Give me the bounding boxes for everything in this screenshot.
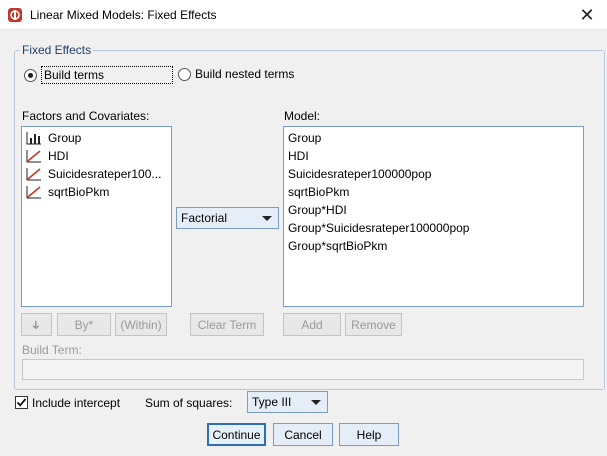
- arrow-down-icon: ➜: [29, 319, 44, 330]
- model-listbox[interactable]: Group HDI Suicidesrateper100000pop sqrtBioP…: [283, 126, 584, 307]
- list-item[interactable]: Group: [22, 129, 171, 147]
- build-nested-terms-radio[interactable]: Build nested terms: [178, 67, 294, 81]
- factors-listbox[interactable]: Group HDI Suicidesrateper100... sqrtBioPkm: [21, 126, 172, 307]
- build-term-label: Build Term:: [22, 343, 82, 357]
- chevron-down-icon: [262, 216, 272, 221]
- fixed-effects-legend: Fixed Effects: [20, 43, 94, 57]
- list-item[interactable]: sqrtBioPkm: [22, 183, 171, 201]
- build-nested-terms-label: Build nested terms: [195, 67, 295, 81]
- nominal-bars-icon: [26, 132, 41, 145]
- list-item[interactable]: sqrtBioPkm: [284, 183, 583, 201]
- list-item-label: Suicidesrateper100...: [48, 167, 162, 181]
- list-item-label: sqrtBioPkm: [48, 185, 110, 199]
- list-item[interactable]: Group*sqrtBioPkm: [284, 237, 583, 255]
- scale-ruler-icon: [26, 168, 41, 181]
- list-item[interactable]: Group*Suicidesrateper100000pop: [284, 219, 583, 237]
- move-arrow-button[interactable]: ➜: [21, 313, 52, 336]
- radio-unselected-icon: [178, 67, 191, 81]
- list-item-label: Group: [48, 131, 82, 145]
- list-item[interactable]: HDI: [22, 147, 171, 165]
- include-intercept-label: Include intercept: [32, 396, 121, 410]
- checkmark-icon: [16, 398, 27, 407]
- add-button[interactable]: Add: [283, 313, 341, 336]
- list-item[interactable]: Group*HDI: [284, 201, 583, 219]
- title-bar: Linear Mixed Models: Fixed Effects ✕: [0, 0, 607, 30]
- help-button[interactable]: Help: [339, 423, 399, 446]
- cancel-button[interactable]: Cancel: [273, 423, 333, 446]
- term-type-dropdown[interactable]: Factorial: [176, 207, 279, 229]
- window-title: Linear Mixed Models: Fixed Effects: [30, 8, 217, 22]
- include-intercept-checkbox[interactable]: [15, 396, 28, 409]
- list-item[interactable]: HDI: [284, 147, 583, 165]
- build-terms-radio[interactable]: Build terms: [24, 66, 173, 84]
- list-item[interactable]: Suicidesrateper100...: [22, 165, 171, 183]
- sum-of-squares-label: Sum of squares:: [145, 396, 233, 410]
- spss-app-icon: [8, 8, 22, 22]
- term-type-value: Factorial: [181, 211, 228, 225]
- radio-selected-icon: [24, 68, 37, 82]
- model-label: Model:: [284, 109, 321, 123]
- list-item-label: HDI: [48, 149, 69, 163]
- list-item[interactable]: Group: [284, 129, 583, 147]
- scale-ruler-icon: [26, 150, 41, 163]
- build-term-field[interactable]: [22, 359, 584, 380]
- sum-of-squares-dropdown[interactable]: Type III: [247, 391, 328, 413]
- close-icon[interactable]: ✕: [567, 0, 607, 30]
- within-button[interactable]: (Within): [115, 313, 167, 336]
- sum-of-squares-value: Type III: [252, 395, 292, 409]
- list-item[interactable]: Suicidesrateper100000pop: [284, 165, 583, 183]
- remove-button[interactable]: Remove: [345, 313, 402, 336]
- continue-button[interactable]: Continue: [207, 423, 266, 446]
- scale-ruler-icon: [26, 186, 41, 199]
- build-terms-label: Build terms: [41, 66, 173, 84]
- clear-term-button[interactable]: Clear Term: [190, 313, 264, 336]
- chevron-down-icon: [311, 400, 321, 405]
- factors-label: Factors and Covariates:: [22, 109, 150, 123]
- by-button[interactable]: By*: [57, 313, 111, 336]
